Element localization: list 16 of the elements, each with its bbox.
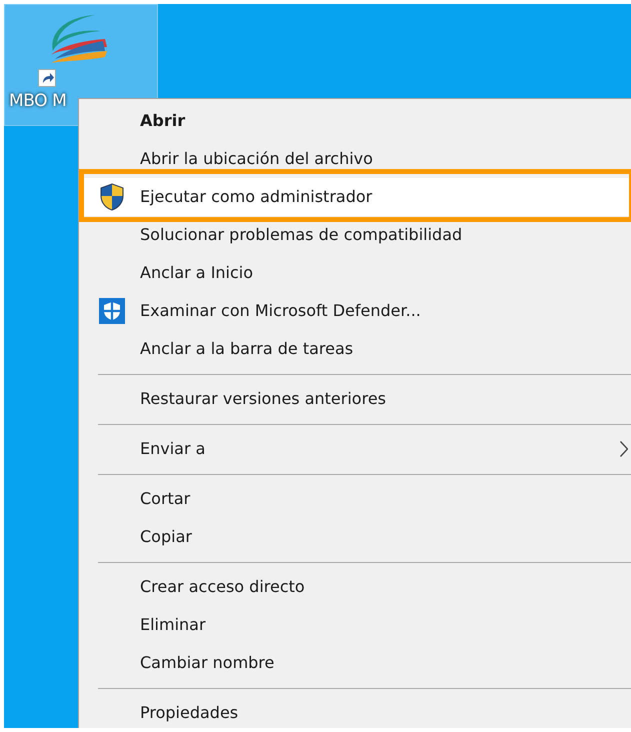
menu-item[interactable]: Cambiar nombre bbox=[79, 644, 631, 682]
menu-item[interactable]: Anclar a la barra de tareas bbox=[79, 330, 631, 368]
menu-item[interactable]: Abrir la ubicación del archivo bbox=[79, 140, 631, 178]
menu-item[interactable]: Examinar con Microsoft Defender... bbox=[79, 292, 631, 330]
menu-item[interactable]: Enviar a bbox=[79, 430, 631, 468]
menu-item[interactable]: Solucionar problemas de compatibilidad bbox=[79, 216, 631, 254]
menu-item[interactable]: Copiar bbox=[79, 518, 631, 556]
shield-icon bbox=[99, 298, 125, 324]
menu-item[interactable]: Eliminar bbox=[79, 606, 631, 644]
shield-icon bbox=[100, 183, 124, 211]
menu-item[interactable]: Crear acceso directo bbox=[79, 568, 631, 606]
menu-item[interactable]: Propiedades bbox=[79, 694, 631, 728]
menu-item[interactable]: Cortar bbox=[79, 480, 631, 518]
shortcut-label: MBO M bbox=[9, 90, 66, 113]
menu-item[interactable]: Restaurar versiones anteriores bbox=[79, 380, 631, 418]
menu-item[interactable]: Anclar a Inicio bbox=[79, 254, 631, 292]
